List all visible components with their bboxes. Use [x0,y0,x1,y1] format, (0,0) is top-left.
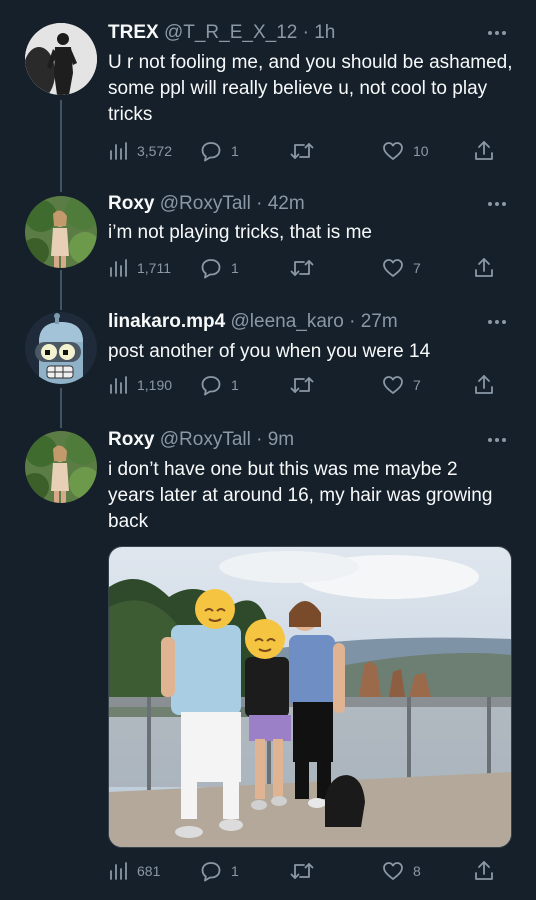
tweet-text: i don’t have one but this was me maybe 2… [108,459,493,532]
reply-icon [201,862,221,882]
tweet-text: post another of you when you were 14 [108,341,431,362]
retweet-button[interactable] [290,859,323,883]
handle-time[interactable]: @RoxyTall · 42m [160,193,305,214]
share-button[interactable] [474,373,494,397]
share-icon [475,141,493,160]
share-button[interactable] [474,859,494,883]
heart-icon [383,142,403,160]
share-icon [475,861,493,880]
tweet-text: U r not fooling me, and you should be as… [108,52,513,125]
reply-count: 1 [231,260,239,276]
retweet-icon [290,863,314,879]
handle-time[interactable]: @RoxyTall · 9m [160,429,294,450]
more-icon[interactable] [488,438,508,444]
views-button[interactable]: 681 [108,859,160,883]
handle-time[interactable]: @T_R_E_X_12 · 1h [164,22,335,43]
tweet-actions: 1,711 1 7 [108,256,498,280]
share-button[interactable] [474,139,494,163]
heart-icon [383,862,403,880]
display-name[interactable]: TREX [108,22,159,43]
like-button[interactable]: 7 [382,256,421,280]
retweet-icon [290,377,314,393]
analytics-icon [110,376,127,394]
share-button[interactable] [474,256,494,280]
avatar[interactable] [25,312,97,384]
views-count: 1,190 [137,377,173,393]
tweet-text: i’m not playing tricks, that is me [108,222,372,243]
tweet-header: linakaro.mp4 @leena_karo · 27m [108,310,496,334]
views-button[interactable]: 1,190 [108,373,172,397]
views-button[interactable]: 1,711 [108,256,171,280]
reply-button[interactable]: 1 [200,859,239,883]
display-name[interactable]: linakaro.mp4 [108,311,225,332]
reply-button[interactable]: 1 [200,373,239,397]
tweet[interactable]: Roxy @RoxyTall · 9m i don’t have one but… [0,413,536,900]
analytics-icon [110,259,127,277]
like-count: 10 [413,143,429,159]
tweet-actions: 681 1 8 [108,859,498,883]
retweet-button[interactable] [290,373,323,397]
tweet-actions: 3,572 1 10 [108,139,498,163]
reply-button[interactable]: 1 [200,139,239,163]
reply-icon [201,376,221,396]
analytics-icon [110,142,127,160]
views-count: 681 [137,863,161,879]
reply-count: 1 [231,377,239,393]
like-button[interactable]: 7 [382,373,421,397]
tweet[interactable]: TREX @T_R_E_X_12 · 1h U r not fooling me… [0,0,536,175]
reply-count: 1 [231,863,239,879]
tweet[interactable]: Roxy @RoxyTall · 42m i’m not playing tri… [0,175,536,295]
tweet-header: TREX @T_R_E_X_12 · 1h [108,21,496,45]
views-count: 3,572 [137,143,173,159]
share-icon [475,375,493,394]
like-button[interactable]: 10 [382,139,429,163]
avatar[interactable] [25,196,97,268]
more-icon[interactable] [488,31,508,37]
display-name[interactable]: Roxy [108,429,154,450]
like-count: 8 [413,863,421,879]
retweet-icon [290,143,314,159]
reply-button[interactable]: 1 [200,256,239,280]
tweet-header: Roxy @RoxyTall · 9m [108,428,496,452]
reply-icon [201,142,221,162]
avatar[interactable] [25,431,97,503]
views-count: 1,711 [137,260,171,276]
tweet-photo[interactable] [108,546,512,848]
more-icon[interactable] [488,320,508,326]
handle-time[interactable]: @leena_karo · 27m [231,311,398,332]
tweet-header: Roxy @RoxyTall · 42m [108,192,496,216]
more-icon[interactable] [488,202,508,208]
share-icon [475,258,493,277]
like-count: 7 [413,260,421,276]
reply-icon [201,259,221,279]
like-button[interactable]: 8 [382,859,421,883]
reply-count: 1 [231,143,239,159]
avatar[interactable] [25,23,97,95]
analytics-icon [110,862,127,880]
display-name[interactable]: Roxy [108,193,154,214]
heart-icon [383,376,403,394]
retweet-button[interactable] [290,256,323,280]
retweet-button[interactable] [290,139,323,163]
tweet[interactable]: linakaro.mp4 @leena_karo · 27m post anot… [0,295,536,413]
like-count: 7 [413,377,421,393]
tweet-actions: 1,190 1 7 [108,373,498,397]
heart-icon [383,259,403,277]
retweet-icon [290,260,314,276]
views-button[interactable]: 3,572 [108,139,172,163]
